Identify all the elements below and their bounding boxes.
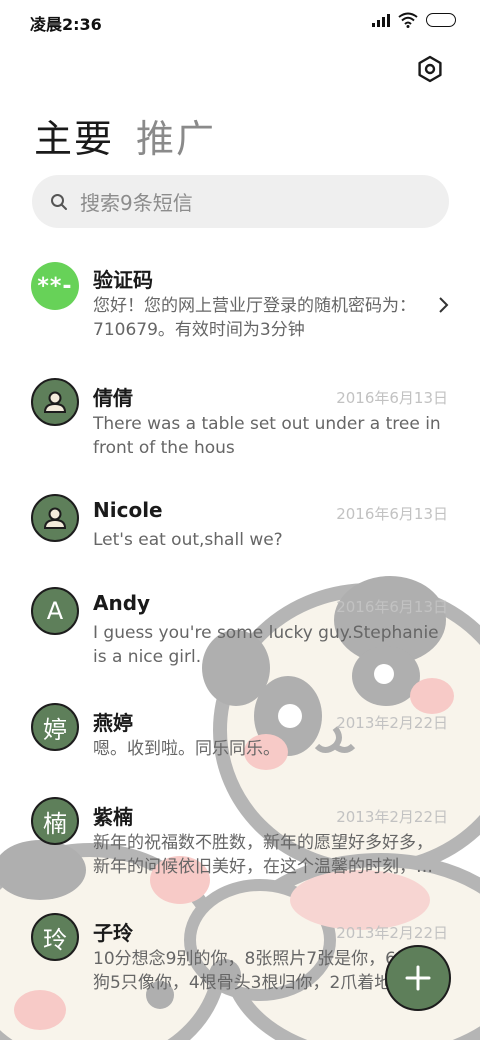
message-date: 2013年2月22日 <box>336 808 448 826</box>
sender-name: 倩倩 <box>93 386 133 410</box>
message-item[interactable]: 倩倩 2016年6月13日 There was a table set out … <box>0 378 480 468</box>
code-avatar: **- <box>31 262 79 310</box>
tab-promotions[interactable]: 推广 <box>136 108 216 163</box>
avatar: 婷 <box>31 703 79 751</box>
plus-icon <box>405 965 431 991</box>
message-preview: Let's eat out,shall we? <box>93 530 283 550</box>
message-preview: 您好！您的网上营业厅登录的随机密码为：710679。有效时间为3分钟 <box>93 296 416 340</box>
chevron-right-icon[interactable] <box>436 296 450 314</box>
search-icon <box>51 193 67 210</box>
message-preview: I guess you're some lucky guy.Stephanie … <box>93 623 439 667</box>
avatar-letter: 婷 <box>43 715 67 744</box>
message-item[interactable]: 婷 燕婷 2013年2月22日 嗯。收到啦。同乐同乐。 <box>0 703 480 773</box>
avatar: 玲 <box>31 913 79 961</box>
message-preview: There was a table set out under a tree i… <box>93 414 441 458</box>
tab-main[interactable]: 主要 <box>34 108 114 163</box>
message-preview: 新年的祝福数不胜数，新年的愿望好多好多，新年的问候依旧美好，在这个温馨的时刻，… <box>93 833 433 877</box>
search-placeholder: 搜索9条短信 <box>80 191 193 215</box>
avatar-text: **- <box>37 273 73 299</box>
sender-name: 子玲 <box>93 921 133 945</box>
message-date: 2016年6月13日 <box>336 389 448 407</box>
signal-icon <box>372 13 390 27</box>
message-date: 2013年2月22日 <box>336 924 448 942</box>
message-date: 2013年2月22日 <box>336 714 448 732</box>
tab-row: 主要 推广 <box>34 108 216 163</box>
status-icons <box>372 12 456 28</box>
message-item[interactable]: A Andy 2016年6月13日 I guess you're some lu… <box>0 587 480 677</box>
new-message-button[interactable] <box>385 945 451 1011</box>
message-date: 2016年6月13日 <box>336 505 448 523</box>
avatar: A <box>31 587 79 635</box>
wifi-icon <box>398 12 418 28</box>
sender-name: Andy <box>93 591 151 615</box>
sender-name: Nicole <box>93 498 163 522</box>
message-item-verification[interactable]: **- 验证码 您好！您的网上营业厅登录的随机密码为：710679。有效时间为3… <box>0 258 480 348</box>
status-bar: 凌晨2:36 <box>0 0 480 44</box>
avatar-letter: A <box>46 597 64 625</box>
avatar <box>31 494 79 542</box>
settings-icon[interactable] <box>416 55 444 83</box>
person-icon <box>43 507 67 529</box>
battery-icon <box>426 13 456 27</box>
avatar <box>31 378 79 426</box>
message-item[interactable]: Nicole 2016年6月13日 Let's eat out,shall we… <box>0 494 480 564</box>
message-item[interactable]: 楠 紫楠 2013年2月22日 新年的祝福数不胜数，新年的愿望好多好多，新年的问… <box>0 797 480 887</box>
person-icon <box>43 391 67 413</box>
avatar-letter: 楠 <box>43 809 67 838</box>
message-preview: 嗯。收到啦。同乐同乐。 <box>93 739 280 759</box>
avatar-letter: 玲 <box>43 925 67 954</box>
sender-name: 燕婷 <box>93 711 133 735</box>
sender-name: 紫楠 <box>93 805 133 829</box>
status-time: 凌晨2:36 <box>30 15 102 34</box>
search-bar[interactable]: 搜索9条短信 <box>32 175 449 228</box>
message-date: 2016年6月13日 <box>336 598 448 616</box>
avatar: 楠 <box>31 797 79 845</box>
sender-name: 验证码 <box>93 268 153 292</box>
